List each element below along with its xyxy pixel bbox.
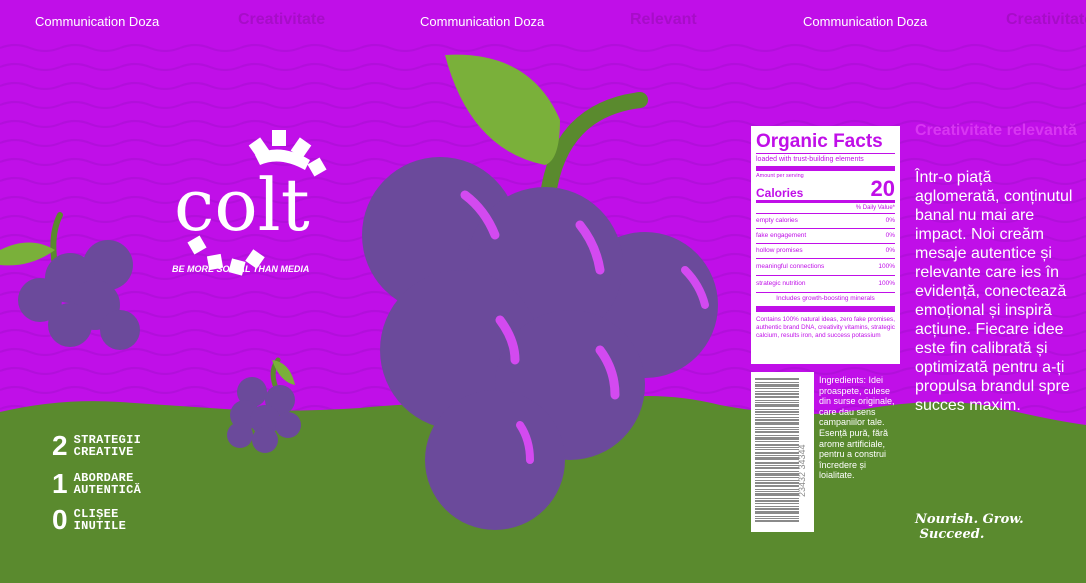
barcode-bar: [755, 489, 799, 490]
ticker-text: Creativitate: [238, 11, 326, 28]
barcode-bar: [755, 429, 799, 430]
barcode-bar: [755, 427, 799, 428]
stat-label: CLIȘEE INUTILE: [73, 507, 127, 533]
facts-footer: Contains 100% natural ideas, zero fake p…: [756, 316, 895, 339]
facts-includes: Includes growth-boosting minerals: [756, 293, 895, 312]
facts-row: strategic nutrition 100%: [756, 276, 895, 293]
stat-number: 2: [52, 430, 68, 461]
facts-row: empty calories 0%: [756, 214, 895, 229]
organic-facts-label: Organic Facts loaded with trust-building…: [751, 126, 900, 364]
ticker-text: Communication Doza: [35, 14, 160, 29]
barcode-bar: [755, 520, 799, 522]
barcode-bar: [755, 467, 799, 469]
barcode-bar: [755, 449, 799, 450]
stat-label: STRATEGII CREATIVE: [73, 433, 142, 459]
stat-item: 0 CLIȘEE INUTILE: [52, 506, 126, 534]
side-heading: Creativitate relevantă: [915, 122, 1077, 139]
barcode-bar: [755, 485, 799, 487]
barcode-bar: [755, 417, 799, 418]
barcode-bar: [755, 419, 799, 421]
barcode-bar: [755, 414, 799, 415]
ingredients-text: Ingredients: Idei proaspete, culese din …: [819, 375, 895, 481]
barcode-bar: [755, 393, 799, 395]
calories-label: Calories: [756, 186, 804, 200]
barcode-bar: [755, 382, 799, 383]
calories-value: 20: [870, 176, 895, 201]
tagline: Nourish. Grow. Succeed.: [915, 512, 1024, 542]
barcode-bar: [755, 402, 799, 403]
barcode-bar: [755, 498, 799, 499]
facts-row: fake engagement 0%: [756, 229, 895, 244]
barcode-bar: [755, 511, 799, 514]
barcode-bar: [755, 447, 799, 448]
barcode-bar: [755, 493, 799, 496]
barcode-bar: [755, 378, 799, 380]
barcode-bar: [755, 482, 799, 484]
barcode-bar: [755, 471, 799, 472]
side-description: Într-o piață aglomerată, conținutul bana…: [915, 169, 1073, 414]
barcode-bar: [755, 455, 799, 456]
logo-slogan: BE MORE SOCIAL THAN MEDIA: [172, 264, 309, 274]
stat-number: 0: [52, 504, 68, 535]
barcode-bar: [755, 441, 799, 442]
barcode-bar: [755, 491, 799, 492]
barcode-bar: [755, 473, 799, 476]
facts-title: Organic Facts: [756, 131, 895, 154]
barcode-bar: [755, 506, 799, 507]
barcode-bar: [755, 516, 799, 517]
barcode-bar: [755, 384, 799, 387]
calories-row: Calories 20: [756, 176, 895, 203]
barcode: 23432 34344: [751, 372, 814, 532]
logo-wordmark: colt: [174, 163, 310, 247]
barcode-bar: [755, 437, 799, 440]
barcode-bar: [755, 435, 799, 436]
stat-item: 1 ABORDARE AUTENTICĂ: [52, 470, 141, 498]
ticker-text: Creativitate: [1006, 11, 1086, 28]
barcode-bar: [755, 477, 799, 478]
barcode-bar: [755, 457, 799, 460]
stat-item: 2 STRATEGII CREATIVE: [52, 432, 141, 460]
barcode-bar: [755, 391, 799, 392]
facts-row: hollow promises 0%: [756, 244, 895, 259]
colt-logo: colt BE MORE SOCIAL THAN MEDIA: [172, 130, 327, 276]
stat-number: 1: [52, 468, 68, 499]
barcode-bar: [755, 411, 799, 413]
barcode-bar: [755, 400, 799, 401]
barcode-bar: [755, 444, 799, 446]
barcode-bar: [755, 396, 799, 398]
facts-subtitle: loaded with trust-building elements: [756, 154, 895, 171]
barcode-bar: [755, 480, 799, 481]
barcode-bar: [755, 518, 799, 519]
barcode-bar: [755, 500, 799, 502]
barcode-bar: [755, 431, 799, 433]
barcode-bar: [755, 404, 799, 407]
facts-row: meaningful connections 100%: [756, 259, 895, 276]
ticker-text: Communication Doza: [803, 14, 928, 29]
barcode-bar: [755, 388, 799, 389]
barcode-bar: [755, 462, 799, 464]
barcode-bar: [755, 465, 799, 466]
barcode-bar: [755, 503, 799, 504]
barcode-bar: [755, 422, 799, 425]
stat-label: ABORDARE AUTENTICĂ: [73, 471, 142, 497]
ticker-text: Communication Doza: [420, 14, 545, 29]
daily-value-header: % Daily Value*: [756, 203, 895, 214]
barcode-bar: [755, 409, 799, 410]
barcode-number: 23432 34344: [797, 444, 807, 497]
barcode-bar: [755, 508, 799, 510]
barcode-bar: [755, 452, 799, 454]
ticker-text: Relevant: [630, 11, 697, 28]
